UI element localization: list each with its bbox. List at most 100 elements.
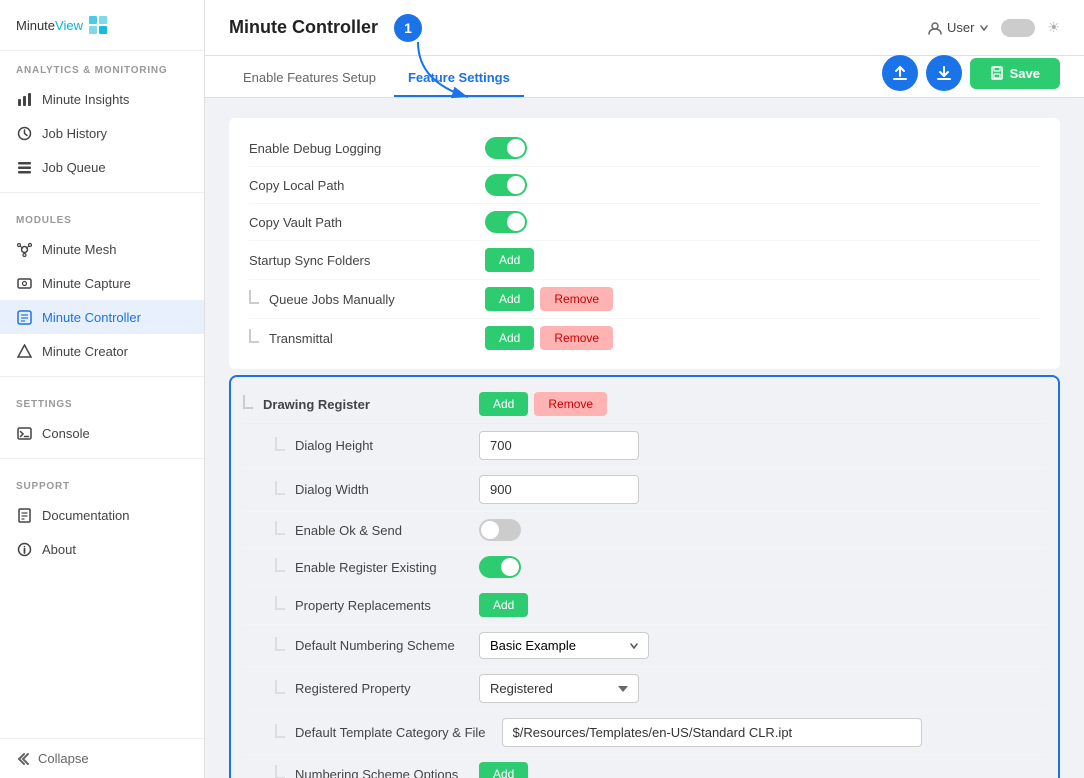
upload-button[interactable] — [882, 55, 918, 91]
collapse-label: Collapse — [38, 751, 89, 766]
chevron-down-icon — [979, 23, 989, 33]
tab-feature-settings[interactable]: Feature Settings — [394, 60, 524, 97]
sidebar-item-minute-creator[interactable]: Minute Creator — [0, 334, 204, 368]
doc-icon — [16, 507, 32, 523]
console-icon — [16, 425, 32, 441]
toggle-copy-local-path[interactable] — [485, 174, 527, 196]
sidebar-section-settings: SETTINGS Console — [0, 385, 204, 450]
btn-add-transmittal[interactable]: Add — [485, 326, 534, 350]
balloon-1: 1 — [394, 14, 422, 42]
sidebar-item-minute-capture[interactable]: Minute Capture — [0, 266, 204, 300]
btn-add-startup-sync[interactable]: Add — [485, 248, 534, 272]
label-default-numbering-scheme: Default Numbering Scheme — [295, 638, 455, 653]
page-title: Minute Controller — [229, 17, 378, 38]
input-dialog-width[interactable] — [479, 475, 639, 504]
input-dialog-height[interactable] — [479, 431, 639, 460]
label-property-replacements: Property Replacements — [295, 598, 431, 613]
row-copy-local-path: Copy Local Path — [249, 167, 1040, 204]
tree-connector-dh — [275, 437, 285, 451]
numbering-scheme-value: Basic Example — [490, 638, 624, 653]
sidebar-item-minute-controller[interactable]: Minute Controller — [0, 300, 204, 334]
btn-add-drawing-register[interactable]: Add — [479, 392, 528, 416]
toggle-enable-register-existing[interactable] — [479, 556, 521, 578]
sidebar-label-minute-mesh: Minute Mesh — [42, 242, 116, 257]
sidebar-item-about[interactable]: About — [0, 532, 204, 566]
mesh-icon — [16, 241, 32, 257]
topbar: Minute Controller 1 User ☀ — [205, 0, 1084, 56]
sidebar-section-modules: MODULES Minute Mesh Minute Capture Minut… — [0, 201, 204, 368]
label-default-template-category: Default Template Category & File — [295, 725, 486, 740]
row-numbering-scheme-options: Numbering Scheme Options Add — [243, 755, 1046, 778]
main-content: Minute Controller 1 User ☀ — [205, 0, 1084, 778]
toggle-copy-vault-path[interactable] — [485, 211, 527, 233]
btn-remove-drawing-register[interactable]: Remove — [534, 392, 607, 416]
row-debug-logging: Enable Debug Logging — [249, 130, 1040, 167]
sidebar-item-console[interactable]: Console — [0, 416, 204, 450]
sidebar-item-minute-insights[interactable]: Minute Insights — [0, 82, 204, 116]
tabs-bar: Enable Features Setup Feature Settings S… — [205, 56, 1084, 98]
download-button[interactable] — [926, 55, 962, 91]
select-registered-property[interactable]: Registered — [479, 674, 639, 703]
save-button[interactable]: Save — [970, 58, 1060, 89]
tab-enable-features[interactable]: Enable Features Setup — [229, 60, 390, 97]
label-registered-property: Registered Property — [295, 681, 411, 696]
sidebar-item-minute-mesh[interactable]: Minute Mesh — [0, 232, 204, 266]
sidebar-label-about: About — [42, 542, 76, 557]
tree-connector-dw — [275, 481, 285, 495]
queue-jobs-actions: Add Remove — [485, 287, 613, 311]
drawing-register-box: Drawing Register Add Remove Dialog Heigh… — [229, 375, 1060, 778]
tree-connector-nso — [275, 765, 285, 778]
label-dialog-height: Dialog Height — [295, 438, 373, 453]
label-queue-jobs: Queue Jobs Manually — [269, 292, 395, 307]
btn-remove-queue-jobs[interactable]: Remove — [540, 287, 613, 311]
input-default-template-category[interactable] — [502, 718, 922, 747]
label-enable-ok-send: Enable Ok & Send — [295, 523, 402, 538]
section-label-modules: MODULES — [0, 201, 204, 232]
sidebar: MinuteView ANALYTICS & MONITORING Minute… — [0, 0, 205, 778]
row-default-numbering-scheme: Default Numbering Scheme Basic Example — [243, 625, 1046, 667]
sun-icon: ☀ — [1047, 19, 1060, 36]
select-numbering-scheme[interactable]: Basic Example — [479, 632, 649, 659]
save-label: Save — [1010, 66, 1040, 81]
btn-add-numbering-scheme-options[interactable]: Add — [479, 762, 528, 778]
sidebar-label-documentation: Documentation — [42, 508, 129, 523]
sidebar-item-documentation[interactable]: Documentation — [0, 498, 204, 532]
row-enable-ok-send: Enable Ok & Send — [243, 512, 1046, 549]
sidebar-label-minute-creator: Minute Creator — [42, 344, 128, 359]
row-enable-register-existing: Enable Register Existing — [243, 549, 1046, 586]
numbering-scheme-arrow — [630, 642, 638, 650]
toggle-enable-ok-send[interactable] — [479, 519, 521, 541]
user-button[interactable]: User — [928, 20, 989, 35]
tree-connector-ere — [275, 558, 285, 572]
sidebar-collapse-btn[interactable]: Collapse — [0, 738, 204, 778]
divider-3 — [0, 458, 204, 459]
row-property-replacements: Property Replacements Add — [243, 586, 1046, 625]
sidebar-label-job-queue: Job Queue — [42, 160, 106, 175]
sidebar-label-minute-capture: Minute Capture — [42, 276, 131, 291]
label-enable-register-existing: Enable Register Existing — [295, 560, 437, 575]
label-copy-local-path: Copy Local Path — [249, 178, 344, 193]
label-copy-vault-path: Copy Vault Path — [249, 215, 342, 230]
toggle-debug-logging[interactable] — [485, 137, 527, 159]
row-registered-property: Registered Property Registered — [243, 667, 1046, 711]
creator-icon — [16, 343, 32, 359]
row-drawing-register: Drawing Register Add Remove — [243, 385, 1046, 424]
label-dialog-width: Dialog Width — [295, 482, 369, 497]
controller-icon — [16, 309, 32, 325]
theme-toggle[interactable] — [1001, 19, 1035, 37]
label-drawing-register: Drawing Register — [263, 397, 370, 412]
sidebar-item-job-queue[interactable]: Job Queue — [0, 150, 204, 184]
tree-connector-eos — [275, 521, 285, 535]
sidebar-item-job-history[interactable]: Job History — [0, 116, 204, 150]
label-numbering-scheme-options: Numbering Scheme Options — [295, 767, 458, 778]
row-startup-sync: Startup Sync Folders Add — [249, 241, 1040, 280]
row-dialog-height: Dialog Height — [243, 424, 1046, 468]
btn-add-queue-jobs[interactable]: Add — [485, 287, 534, 311]
btn-remove-transmittal[interactable]: Remove — [540, 326, 613, 350]
tree-connector-dns — [275, 637, 285, 651]
collapse-icon — [16, 752, 30, 766]
logo-icon — [87, 14, 109, 36]
logo-text: MinuteView — [16, 18, 83, 33]
label-startup-sync: Startup Sync Folders — [249, 253, 370, 268]
btn-add-property-replacements[interactable]: Add — [479, 593, 528, 617]
